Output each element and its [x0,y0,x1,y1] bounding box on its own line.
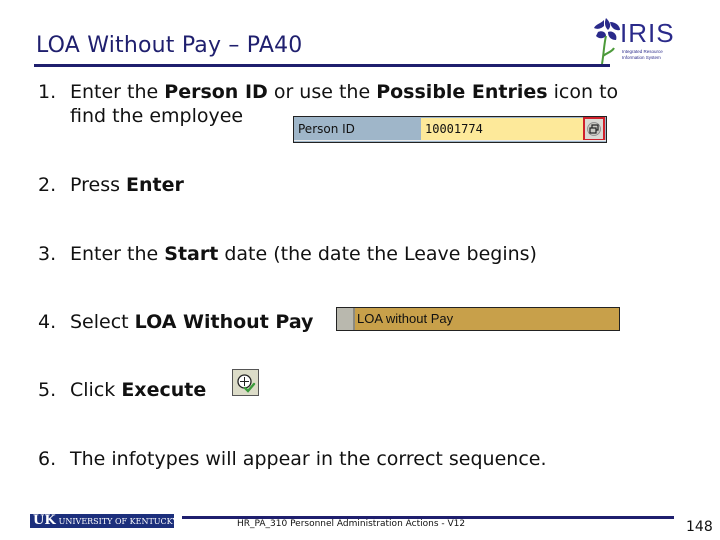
iris-tagline: Integrated Resource Information System [622,49,674,61]
page-number: 148 [686,519,713,535]
iris-flower-icon [594,18,620,65]
row-selector[interactable] [337,308,355,330]
step-number: 1. [38,81,57,103]
step-3: 3. Enter the Start date (the date the Lea… [38,242,537,266]
uk-abbrev: UK [33,514,56,528]
person-id-label: Person ID [298,122,355,136]
field-underline [294,140,606,141]
uk-logo: UK UNIVERSITY OF KENTUCKY [30,514,174,528]
step-text: icon to [547,81,619,103]
person-id-input[interactable]: 10001774 [421,118,583,140]
step-number: 4. [38,311,57,333]
step-number: 6. [38,448,57,470]
step-number: 3. [38,243,57,265]
step-2: 2. Press Enter [38,173,184,197]
step-number: 5. [38,379,57,401]
step-bold: Possible Entries [376,81,548,103]
iris-wordmark: IRIS [620,18,675,48]
step-4: 4. Select LOA Without Pay [38,310,313,334]
step-text: date (the date the Leave begins) [218,243,537,265]
possible-entries-button[interactable] [583,117,605,141]
execute-icon [236,373,255,393]
action-label: LOA without Pay [357,311,454,326]
execute-button[interactable] [232,369,259,396]
title-underline [34,64,610,67]
step-5: 5. Click Execute [38,378,206,402]
step-text: Click [70,379,122,401]
iris-logo: IRIS Integrated Resource Information Sys… [590,16,680,68]
step-text: Enter the [70,243,165,265]
possible-entries-icon [587,122,601,136]
step-bold: LOA Without Pay [134,311,314,333]
step-bold: Start [164,243,219,265]
university-name: UNIVERSITY OF KENTUCKY [58,517,174,526]
step-bold: Enter [126,174,184,196]
loa-without-pay-action-row[interactable]: LOA without Pay [336,307,620,331]
step-6: 6. The infotypes will appear in the corre… [38,447,547,471]
step-text: Select [70,311,135,333]
step-number: 2. [38,174,57,196]
step-bold: Person ID [164,81,268,103]
slide-title: LOA Without Pay – PA40 [36,33,303,58]
step-bold: Execute [121,379,207,401]
step-text: Enter the [70,81,165,103]
step-text: or use the [267,81,377,103]
step-text: The infotypes will appear in the correct… [70,448,547,470]
iris-tagline-line2: Information System [622,55,661,60]
footer-course-text: HR_PA_310 Personnel Administration Actio… [237,519,466,529]
person-id-field: Person ID 10001774 [293,116,607,143]
step-text: Press [70,174,127,196]
